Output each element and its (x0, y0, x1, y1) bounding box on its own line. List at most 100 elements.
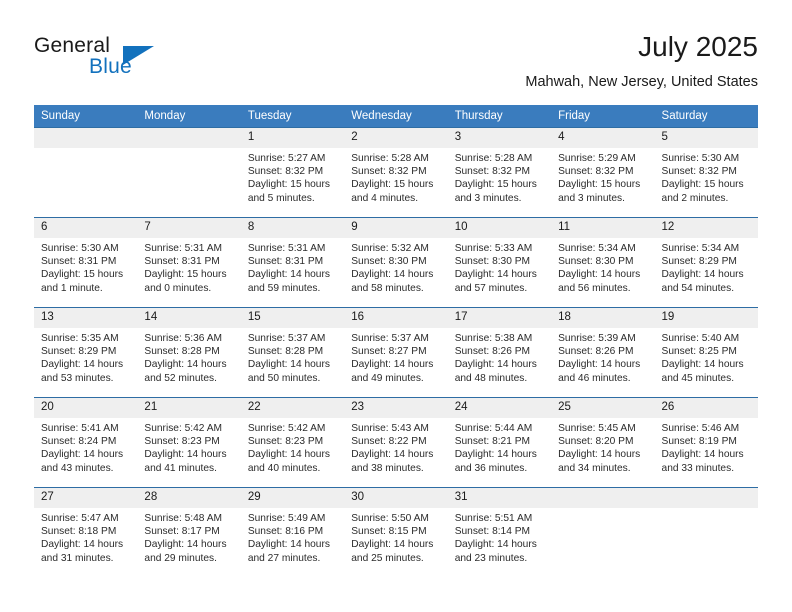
calendar-day-cell[interactable]: 4 Sunrise: 5:29 AM Sunset: 8:32 PM Daylight… (551, 127, 655, 218)
day-details: Sunrise: 5:38 AM Sunset: 8:26 PM Daylight:… (448, 328, 551, 385)
day-details: Sunrise: 5:34 AM Sunset: 8:29 PM Daylight:… (655, 238, 758, 295)
detail-daylight-2: and 54 minutes. (661, 282, 735, 294)
calendar-day-cell[interactable]: 6 Sunrise: 5:30 AM Sunset: 8:31 PM Daylight… (34, 217, 138, 308)
day-number: 10 (447, 218, 552, 238)
detail-daylight-1: Daylight: 14 hours (454, 359, 537, 371)
calendar-day-cell[interactable]: 14 Sunrise: 5:36 AM Sunset: 8:28 PM Dayligh… (137, 307, 241, 398)
day-number: 6 (34, 218, 138, 238)
day-number: 31 (447, 488, 552, 508)
calendar-day-cell[interactable]: 22 Sunrise: 5:42 AM Sunset: 8:23 PM Dayligh… (240, 397, 345, 488)
detail-daylight-2: and 31 minutes. (41, 552, 114, 564)
detail-daylight-2: and 2 minutes. (661, 192, 729, 204)
detail-sunset: Sunset: 8:29 PM (661, 256, 737, 268)
day-details: Sunrise: 5:42 AM Sunset: 8:23 PM Daylight:… (137, 418, 240, 475)
calendar-day-cell[interactable]: 25 Sunrise: 5:45 AM Sunset: 8:20 PM Dayligh… (551, 397, 655, 488)
detail-daylight-2: and 58 minutes. (351, 282, 424, 294)
calendar-day-cell[interactable]: 15 Sunrise: 5:37 AM Sunset: 8:28 PM Dayligh… (240, 307, 345, 398)
calendar-day-cell[interactable]: 10 Sunrise: 5:33 AM Sunset: 8:30 PM Dayligh… (447, 217, 552, 308)
calendar-day-cell[interactable]: 11 Sunrise: 5:34 AM Sunset: 8:30 PM Dayligh… (551, 217, 655, 308)
calendar-day-cell[interactable]: 1 Sunrise: 5:27 AM Sunset: 8:32 PM Daylight… (240, 127, 345, 218)
day-number: 23 (344, 398, 448, 418)
calendar-day-cell[interactable]: 28 Sunrise: 5:48 AM Sunset: 8:17 PM Dayligh… (137, 487, 241, 578)
day-details: Sunrise: 5:49 AM Sunset: 8:16 PM Daylight:… (241, 508, 344, 565)
day-details: Sunrise: 5:28 AM Sunset: 8:32 PM Daylight:… (448, 148, 551, 205)
calendar-day-cell[interactable]: 23 Sunrise: 5:43 AM Sunset: 8:22 PM Dayligh… (344, 397, 448, 488)
day-details: Sunrise: 5:37 AM Sunset: 8:28 PM Daylight:… (241, 328, 344, 385)
detail-daylight-2: and 45 minutes. (661, 372, 735, 384)
calendar-day-cell[interactable]: 17 Sunrise: 5:38 AM Sunset: 8:26 PM Dayligh… (447, 307, 552, 398)
day-details: Sunrise: 5:35 AM Sunset: 8:29 PM Daylight:… (34, 328, 137, 385)
detail-daylight-1: Daylight: 15 hours (144, 269, 227, 281)
title-block: July 2025 Mahwah, New Jersey, United Sta… (525, 30, 758, 91)
calendar-week-row: 13 Sunrise: 5:35 AM Sunset: 8:29 PM Dayligh… (34, 307, 758, 398)
calendar-day-cell[interactable]: 20 Sunrise: 5:41 AM Sunset: 8:24 PM Dayligh… (34, 397, 138, 488)
calendar-day-cell[interactable]: 9 Sunrise: 5:32 AM Sunset: 8:30 PM Daylight… (344, 217, 448, 308)
detail-sunrise: Sunrise: 5:31 AM (247, 243, 326, 254)
day-details: Sunrise: 5:33 AM Sunset: 8:30 PM Daylight:… (448, 238, 551, 295)
calendar-cell-empty (551, 487, 655, 578)
calendar-day-cell[interactable]: 18 Sunrise: 5:39 AM Sunset: 8:26 PM Dayligh… (551, 307, 655, 398)
detail-daylight-1: Daylight: 15 hours (351, 179, 434, 191)
day-details: Sunrise: 5:28 AM Sunset: 8:32 PM Daylight:… (344, 148, 447, 205)
day-number: 16 (344, 308, 448, 328)
calendar-week-row: 27 Sunrise: 5:47 AM Sunset: 8:18 PM Dayligh… (34, 487, 758, 578)
calendar-day-cell[interactable]: 21 Sunrise: 5:42 AM Sunset: 8:23 PM Dayligh… (137, 397, 241, 488)
detail-daylight-1: Daylight: 15 hours (247, 179, 330, 191)
calendar-day-cell[interactable]: 24 Sunrise: 5:44 AM Sunset: 8:21 PM Dayligh… (447, 397, 552, 488)
calendar-day-cell[interactable]: 16 Sunrise: 5:37 AM Sunset: 8:27 PM Dayligh… (344, 307, 448, 398)
brand-name-blue: Blue (89, 55, 132, 78)
detail-sunrise: Sunrise: 5:31 AM (144, 243, 223, 254)
detail-sunset: Sunset: 8:32 PM (558, 166, 634, 178)
calendar-day-cell[interactable]: 29 Sunrise: 5:49 AM Sunset: 8:16 PM Dayligh… (240, 487, 345, 578)
detail-sunrise: Sunrise: 5:50 AM (351, 513, 429, 524)
brand-logo[interactable]: General Blue (34, 34, 234, 82)
detail-sunrise: Sunrise: 5:37 AM (247, 333, 326, 344)
calendar-day-cell[interactable]: 27 Sunrise: 5:47 AM Sunset: 8:18 PM Dayligh… (34, 487, 138, 578)
detail-sunrise: Sunrise: 5:51 AM (454, 513, 533, 524)
detail-daylight-2: and 59 minutes. (247, 282, 321, 294)
calendar-day-cell[interactable]: 3 Sunrise: 5:28 AM Sunset: 8:32 PM Daylight… (447, 127, 552, 218)
detail-sunset: Sunset: 8:16 PM (247, 526, 324, 538)
day-details: Sunrise: 5:40 AM Sunset: 8:25 PM Daylight:… (655, 328, 758, 385)
detail-daylight-2: and 3 minutes. (558, 192, 625, 204)
detail-daylight-2: and 41 minutes. (144, 462, 217, 474)
detail-sunset: Sunset: 8:31 PM (247, 256, 324, 268)
page-subtitle: Mahwah, New Jersey, United States (525, 74, 758, 90)
weekday-header-wednesday: Wednesday (344, 105, 448, 128)
calendar-day-cell[interactable]: 30 Sunrise: 5:50 AM Sunset: 8:15 PM Dayligh… (344, 487, 448, 578)
day-details: Sunrise: 5:29 AM Sunset: 8:32 PM Daylight:… (551, 148, 654, 205)
calendar-day-cell[interactable]: 5 Sunrise: 5:30 AM Sunset: 8:32 PM Daylight… (654, 127, 758, 218)
detail-daylight-2: and 53 minutes. (41, 372, 114, 384)
day-number (551, 488, 655, 508)
day-details: Sunrise: 5:34 AM Sunset: 8:30 PM Daylight:… (551, 238, 654, 295)
detail-daylight-1: Daylight: 15 hours (558, 179, 641, 191)
detail-daylight-1: Daylight: 14 hours (558, 449, 641, 461)
detail-daylight-2: and 5 minutes. (247, 192, 315, 204)
day-number: 12 (654, 218, 758, 238)
detail-daylight-2: and 56 minutes. (558, 282, 631, 294)
day-number: 7 (137, 218, 241, 238)
day-details: Sunrise: 5:31 AM Sunset: 8:31 PM Daylight:… (137, 238, 240, 295)
detail-sunset: Sunset: 8:30 PM (558, 256, 634, 268)
day-number: 5 (654, 128, 758, 148)
detail-daylight-2: and 23 minutes. (454, 552, 528, 564)
calendar-day-cell[interactable]: 13 Sunrise: 5:35 AM Sunset: 8:29 PM Dayligh… (34, 307, 138, 398)
calendar-day-cell[interactable]: 26 Sunrise: 5:46 AM Sunset: 8:19 PM Dayligh… (654, 397, 758, 488)
calendar-day-cell[interactable]: 31 Sunrise: 5:51 AM Sunset: 8:14 PM Dayligh… (447, 487, 552, 578)
weekday-header-tuesday: Tuesday (240, 105, 345, 128)
calendar-day-cell[interactable]: 12 Sunrise: 5:34 AM Sunset: 8:29 PM Dayligh… (654, 217, 758, 308)
detail-sunset: Sunset: 8:27 PM (351, 346, 427, 358)
detail-sunset: Sunset: 8:21 PM (454, 436, 531, 448)
day-details: Sunrise: 5:41 AM Sunset: 8:24 PM Daylight:… (34, 418, 137, 475)
detail-sunrise: Sunrise: 5:44 AM (454, 423, 533, 434)
detail-sunrise: Sunrise: 5:47 AM (41, 513, 119, 524)
calendar-day-cell[interactable]: 7 Sunrise: 5:31 AM Sunset: 8:31 PM Daylight… (137, 217, 241, 308)
calendar-day-cell[interactable]: 2 Sunrise: 5:28 AM Sunset: 8:32 PM Daylight… (344, 127, 448, 218)
detail-daylight-1: Daylight: 14 hours (661, 359, 744, 371)
detail-daylight-1: Daylight: 14 hours (558, 269, 641, 281)
detail-sunrise: Sunrise: 5:45 AM (558, 423, 636, 434)
calendar-day-cell[interactable]: 19 Sunrise: 5:40 AM Sunset: 8:25 PM Dayligh… (654, 307, 758, 398)
detail-daylight-1: Daylight: 14 hours (247, 269, 330, 281)
day-details: Sunrise: 5:39 AM Sunset: 8:26 PM Daylight:… (551, 328, 654, 385)
calendar-day-cell[interactable]: 8 Sunrise: 5:31 AM Sunset: 8:31 PM Daylight… (240, 217, 345, 308)
